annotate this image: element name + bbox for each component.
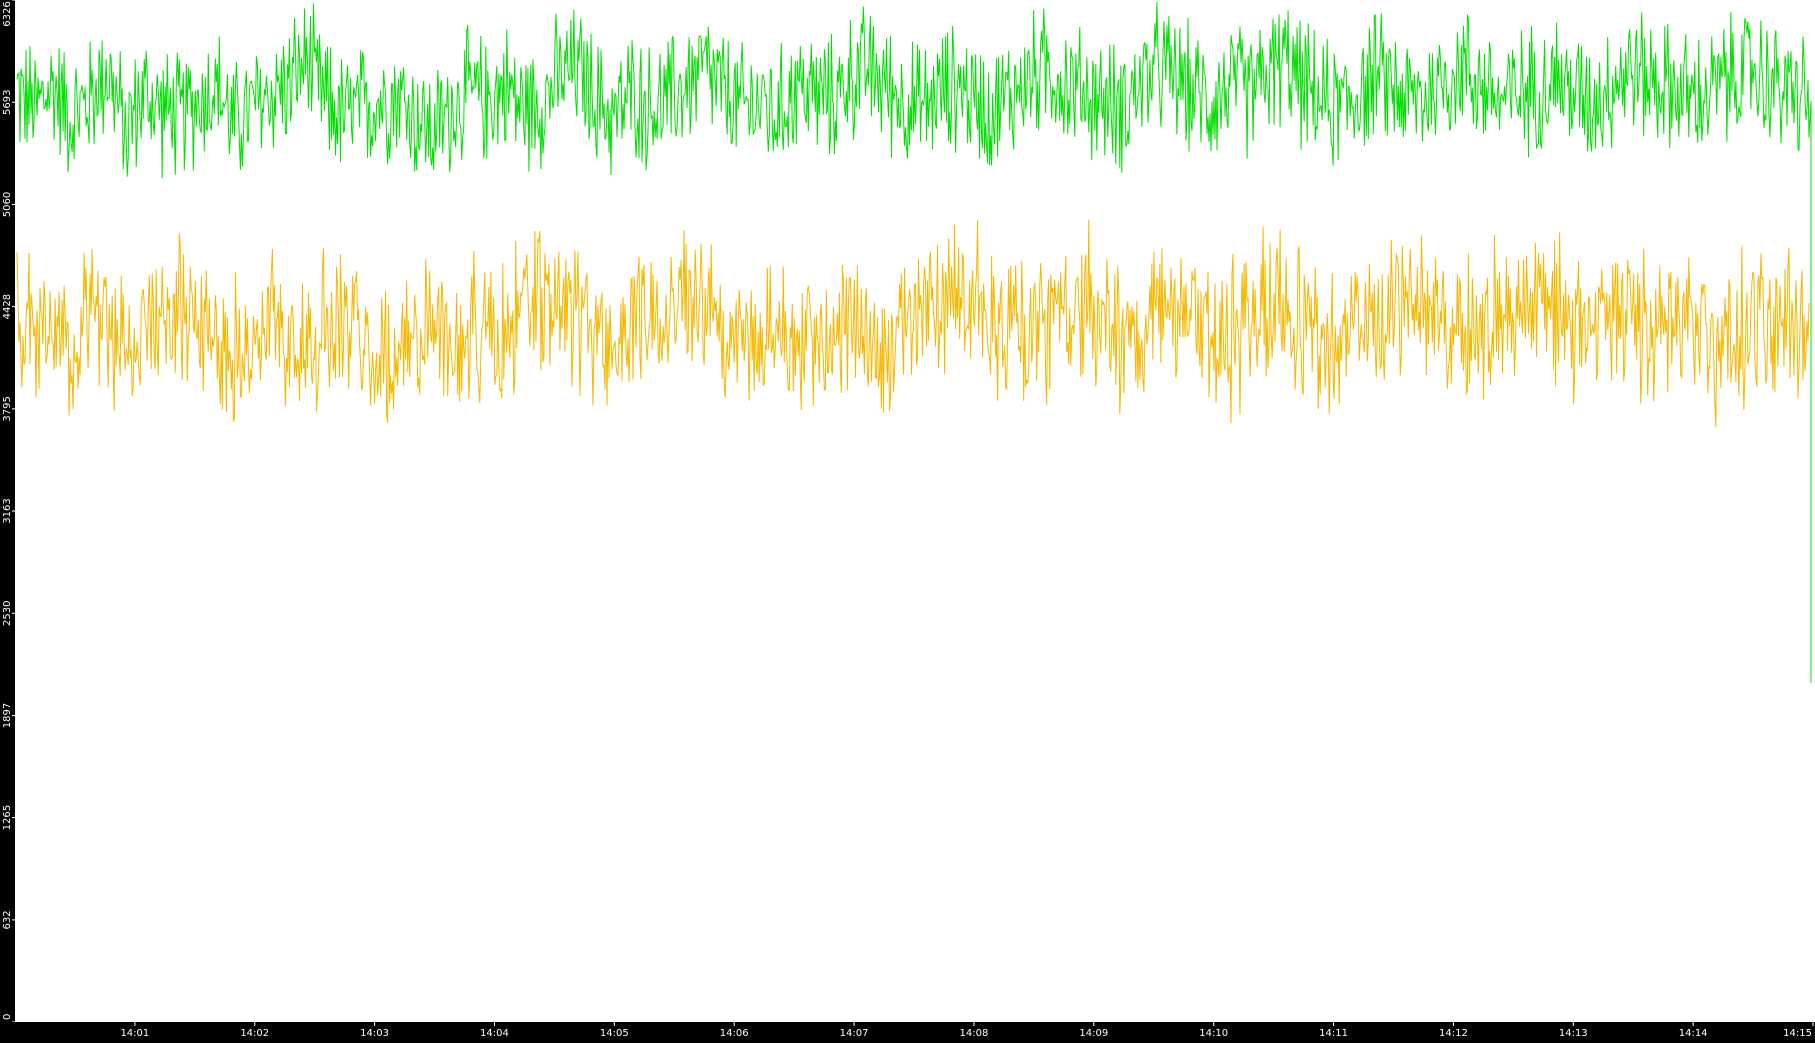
y-tick-label: 3795 (2, 396, 13, 421)
x-axis: 14:01 14:02 14:03 14:04 14:05 14:06 14:07 14:08… (0, 1022, 1815, 1039)
x-tick-label: 14:13 (1559, 1028, 1588, 1039)
x-tick-label: 14:12 (1439, 1028, 1468, 1039)
line-chart: 0 632 1265 1897 2530 3163 3795 4428 5060 5693 6326… (0, 0, 1815, 1039)
x-tick-label: 14:09 (1079, 1028, 1108, 1039)
x-tick-label: 14:05 (600, 1028, 629, 1039)
x-tick-label: 14:07 (840, 1028, 869, 1039)
y-tick-label: 6326 (2, 1, 13, 26)
x-tick-label: 14:02 (240, 1028, 269, 1039)
x-tick-label: 14:08 (960, 1028, 989, 1039)
y-tick-label: 3163 (2, 498, 13, 523)
y-tick-label: 4428 (2, 294, 13, 319)
x-axis-background (0, 1022, 1815, 1039)
y-tick-label: 1265 (2, 805, 13, 830)
plot-area (15, 0, 1815, 1022)
y-tick-label: 5693 (2, 90, 13, 115)
x-tick-label: 14:11 (1319, 1028, 1348, 1039)
y-axis: 0 632 1265 1897 2530 3163 3795 4428 5060 5693 6326 (0, 0, 15, 1039)
chart-container: 0 632 1265 1897 2530 3163 3795 4428 5060 5693 6326… (0, 0, 1815, 1039)
y-tick-label: 1897 (2, 703, 13, 728)
y-tick-label: 2530 (2, 601, 13, 626)
x-tick-label: 14:15 (1783, 1028, 1812, 1039)
x-tick-label: 14:04 (480, 1028, 509, 1039)
x-tick-label: 14:14 (1679, 1028, 1708, 1039)
y-tick-label: 632 (2, 910, 13, 929)
x-tick-label: 14:06 (720, 1028, 749, 1039)
y-tick-label: 5060 (2, 192, 13, 217)
y-tick-label: 0 (2, 1014, 13, 1020)
x-tick-label: 14:03 (360, 1028, 389, 1039)
x-tick-label: 14:01 (120, 1028, 149, 1039)
x-tick-label: 14:10 (1199, 1028, 1228, 1039)
